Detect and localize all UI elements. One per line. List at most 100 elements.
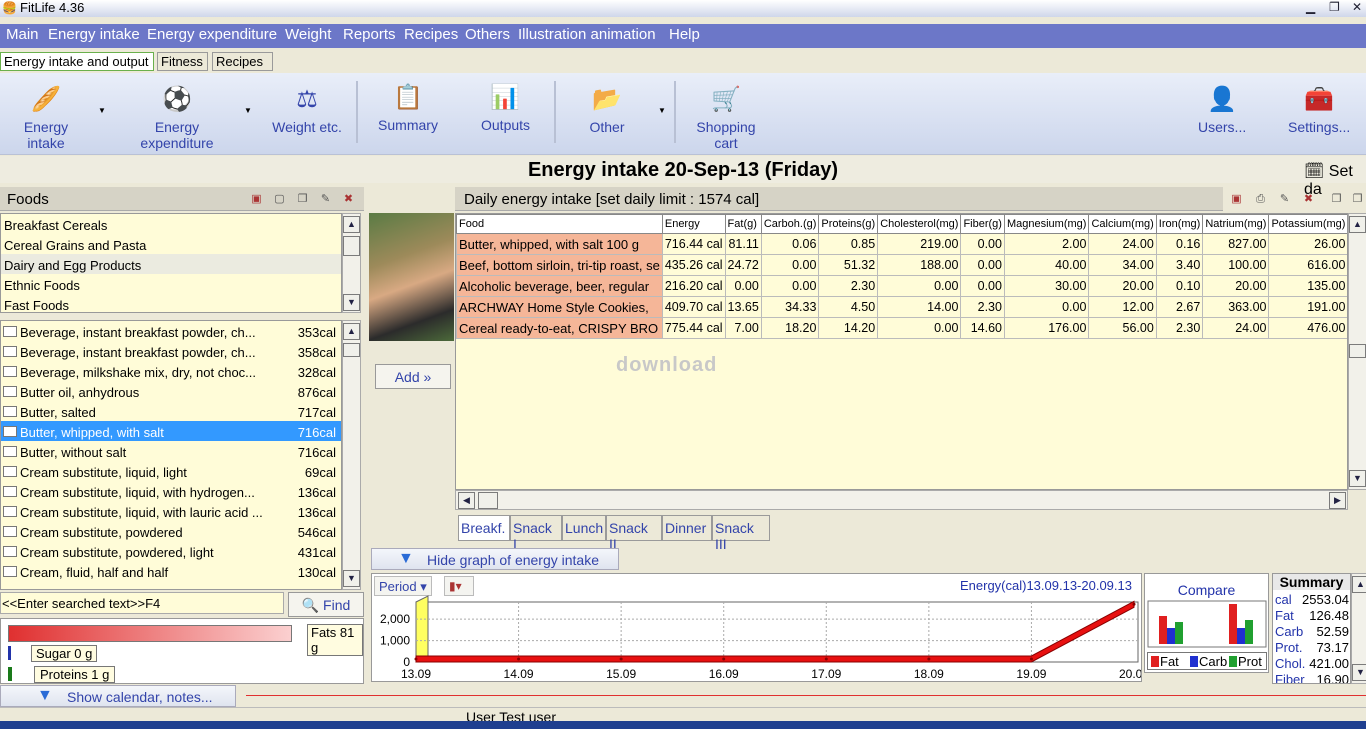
- menu-illustration-animation[interactable]: Illustration animation: [518, 26, 656, 43]
- value-cell[interactable]: 30.00: [1003, 275, 1090, 297]
- other-button[interactable]: 📂 Other: [588, 85, 626, 135]
- list-item[interactable]: Beverage, instant breakfast powder, ch..…: [1, 341, 341, 361]
- list-item[interactable]: Cream substitute, liquid, with lauric ac…: [1, 501, 341, 521]
- column-header[interactable]: Iron(mg): [1155, 214, 1204, 234]
- list-item-selected[interactable]: Butter, whipped, with salt 716cal: [1, 421, 341, 441]
- value-cell[interactable]: 191.00: [1268, 296, 1347, 318]
- value-cell[interactable]: 24.72: [724, 254, 762, 276]
- show-calendar-button[interactable]: ▼ Show calendar, notes...: [0, 685, 236, 707]
- book-icon[interactable]: ▣: [250, 192, 263, 206]
- edit-icon[interactable]: ✎: [319, 192, 332, 206]
- energy-intake-button[interactable]: 🥖 Energy intake: [5, 85, 87, 151]
- value-cell[interactable]: 0.00: [1003, 296, 1090, 318]
- value-cell[interactable]: 0.00: [960, 254, 1005, 276]
- column-header[interactable]: Magnesium(mg): [1003, 214, 1090, 234]
- value-cell[interactable]: 100.00: [1202, 254, 1270, 276]
- list-item[interactable]: Butter, salted 717cal: [1, 401, 341, 421]
- energy-expenditure-button[interactable]: ⚽ Energy expenditure: [118, 85, 236, 151]
- tab-snack-2[interactable]: Snack II: [606, 515, 662, 552]
- scroll-thumb[interactable]: [478, 492, 498, 509]
- tab-energy-intake-output[interactable]: Energy intake and output: [0, 52, 154, 71]
- food-cell[interactable]: ARCHWAY Home Style Cookies,: [456, 296, 663, 318]
- summary-button[interactable]: 📋 Summary: [378, 83, 438, 133]
- value-cell[interactable]: 2.30: [818, 275, 879, 297]
- column-header[interactable]: Natrium(mg): [1202, 214, 1270, 234]
- scroll-left-icon[interactable]: ◀: [458, 492, 475, 509]
- value-cell[interactable]: 716.44 cal: [661, 233, 726, 255]
- food-cell[interactable]: Beef, bottom sirloin, tri-tip roast, se: [456, 254, 663, 276]
- value-cell[interactable]: 56.00: [1088, 317, 1157, 339]
- list-item[interactable]: Butter, without salt 716cal: [1, 441, 341, 461]
- value-cell[interactable]: 3.40: [1155, 254, 1204, 276]
- value-cell[interactable]: 435.26 cal: [661, 254, 726, 276]
- value-cell[interactable]: 0.00: [877, 275, 962, 297]
- scroll-down-icon[interactable]: ▼: [1352, 664, 1366, 681]
- menu-main[interactable]: Main: [6, 26, 39, 43]
- value-cell[interactable]: 2.67: [1155, 296, 1204, 318]
- tab-breakfast[interactable]: Breakf.: [458, 515, 510, 541]
- new-document-icon[interactable]: ▢: [273, 192, 286, 206]
- list-item[interactable]: Cream substitute, powdered 546cal: [1, 521, 341, 541]
- compare-title[interactable]: Compare: [1145, 582, 1268, 598]
- scroll-thumb[interactable]: [343, 236, 360, 256]
- menu-energy-expenditure[interactable]: Energy expenditure: [147, 26, 277, 43]
- menu-reports[interactable]: Reports: [343, 26, 396, 43]
- value-cell[interactable]: 14.60: [960, 317, 1005, 339]
- menu-energy-intake[interactable]: Energy intake: [48, 26, 140, 43]
- value-cell[interactable]: 363.00: [1202, 296, 1270, 318]
- list-item[interactable]: Cream substitute, liquid, with hydrogen.…: [1, 481, 341, 501]
- table-horizontal-scrollbar[interactable]: ◀ ▶: [455, 490, 1348, 510]
- tab-snack-1[interactable]: Snack I: [510, 515, 562, 552]
- tab-dinner[interactable]: Dinner: [662, 515, 712, 541]
- column-header[interactable]: Fat(g): [724, 214, 762, 234]
- search-input[interactable]: <<Enter searched text>>F4: [0, 592, 284, 614]
- value-cell[interactable]: 0.00: [877, 317, 962, 339]
- table-vertical-scrollbar[interactable]: ▲ ▼: [1348, 213, 1366, 490]
- value-cell[interactable]: 2.30: [1155, 317, 1204, 339]
- table-row[interactable]: Butter, whipped, with salt 100 g 716.44 c…: [456, 233, 1347, 255]
- scroll-up-icon[interactable]: ▲: [1352, 576, 1366, 593]
- value-cell[interactable]: 0.85: [818, 233, 879, 255]
- value-cell[interactable]: 775.44 cal: [661, 317, 726, 339]
- value-cell[interactable]: 20.00: [1088, 275, 1157, 297]
- copy-icon[interactable]: ❐: [296, 192, 309, 206]
- chevron-down-icon[interactable]: ▼: [658, 106, 666, 115]
- scroll-up-icon[interactable]: ▲: [343, 216, 360, 233]
- weight-button[interactable]: ⚖ Weight etc.: [272, 85, 342, 135]
- value-cell[interactable]: 0.00: [724, 275, 762, 297]
- list-item[interactable]: Cream substitute, liquid, light 69cal: [1, 461, 341, 481]
- book-icon[interactable]: ▣: [1230, 192, 1243, 206]
- scroll-down-icon[interactable]: ▼: [343, 294, 360, 311]
- table-row[interactable]: ARCHWAY Home Style Cookies, 409.70 cal 13.…: [456, 296, 1347, 318]
- value-cell[interactable]: 34.00: [1088, 254, 1157, 276]
- value-cell[interactable]: 135.00: [1268, 275, 1347, 297]
- list-item[interactable]: Beverage, instant breakfast powder, ch..…: [1, 321, 341, 341]
- value-cell[interactable]: 20.00: [1202, 275, 1270, 297]
- value-cell[interactable]: 0.10: [1155, 275, 1204, 297]
- value-cell[interactable]: 0.00: [760, 254, 820, 276]
- value-cell[interactable]: 219.00: [877, 233, 962, 255]
- close-icon[interactable]: ✕: [1352, 0, 1362, 14]
- scroll-thumb[interactable]: [343, 343, 360, 357]
- value-cell[interactable]: 26.00: [1268, 233, 1347, 255]
- value-cell[interactable]: 0.00: [760, 275, 820, 297]
- value-cell[interactable]: 51.32: [818, 254, 879, 276]
- paste-icon[interactable]: ❐: [1351, 192, 1364, 206]
- column-header[interactable]: Food: [456, 214, 663, 234]
- outputs-button[interactable]: 📊 Outputs: [481, 83, 530, 133]
- value-cell[interactable]: 18.20: [760, 317, 820, 339]
- category-item[interactable]: Ethnic Foods: [1, 274, 341, 294]
- add-button[interactable]: Add »: [375, 364, 451, 389]
- food-list-scrollbar[interactable]: ▲ ▼: [342, 320, 361, 590]
- column-header[interactable]: Energy: [661, 214, 726, 234]
- value-cell[interactable]: 7.00: [724, 317, 762, 339]
- value-cell[interactable]: 4.50: [818, 296, 879, 318]
- menu-recipes[interactable]: Recipes: [404, 26, 458, 43]
- value-cell[interactable]: 0.00: [960, 275, 1005, 297]
- scroll-up-icon[interactable]: ▲: [343, 323, 360, 340]
- category-item[interactable]: Dairy and Egg Products: [1, 254, 341, 274]
- scroll-thumb[interactable]: [1349, 344, 1366, 358]
- menu-others[interactable]: Others: [465, 26, 510, 43]
- value-cell[interactable]: 827.00: [1202, 233, 1270, 255]
- category-item[interactable]: Cereal Grains and Pasta: [1, 234, 341, 254]
